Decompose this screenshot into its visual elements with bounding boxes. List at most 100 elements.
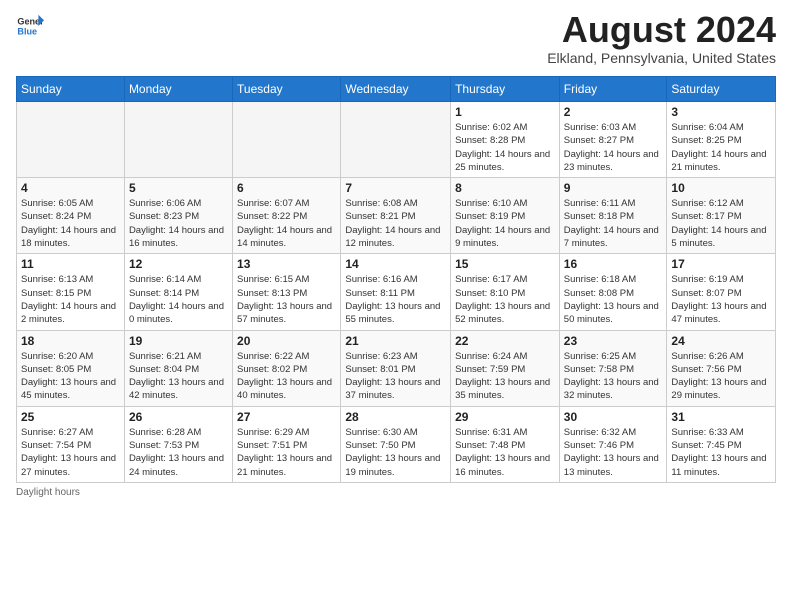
day-number: 16 xyxy=(564,257,663,271)
col-sunday: Sunday xyxy=(17,77,125,102)
title-block: August 2024 Elkland, Pennsylvania, Unite… xyxy=(547,12,776,66)
day-number: 1 xyxy=(455,105,555,119)
day-number: 2 xyxy=(564,105,663,119)
subtitle: Elkland, Pennsylvania, United States xyxy=(547,50,776,66)
day-number: 29 xyxy=(455,410,555,424)
page: General Blue August 2024 Elkland, Pennsy… xyxy=(0,0,792,506)
day-number: 11 xyxy=(21,257,120,271)
day-number: 30 xyxy=(564,410,663,424)
day-number: 12 xyxy=(129,257,228,271)
day-number: 22 xyxy=(455,334,555,348)
day-info: Sunrise: 6:08 AM Sunset: 8:21 PM Dayligh… xyxy=(345,197,446,250)
calendar-cell xyxy=(233,102,341,178)
day-info: Sunrise: 6:20 AM Sunset: 8:05 PM Dayligh… xyxy=(21,350,120,403)
calendar-cell: 30 Sunrise: 6:32 AM Sunset: 7:46 PM Dayli… xyxy=(559,406,667,482)
day-number: 9 xyxy=(564,181,663,195)
calendar-cell: 17 Sunrise: 6:19 AM Sunset: 8:07 PM Dayli… xyxy=(667,254,776,330)
col-saturday: Saturday xyxy=(667,77,776,102)
calendar-cell: 10 Sunrise: 6:12 AM Sunset: 8:17 PM Dayli… xyxy=(667,178,776,254)
col-thursday: Thursday xyxy=(451,77,560,102)
day-info: Sunrise: 6:26 AM Sunset: 7:56 PM Dayligh… xyxy=(671,350,771,403)
calendar-cell: 28 Sunrise: 6:30 AM Sunset: 7:50 PM Dayli… xyxy=(341,406,451,482)
calendar-cell: 2 Sunrise: 6:03 AM Sunset: 8:27 PM Daylig… xyxy=(559,102,667,178)
calendar-cell xyxy=(17,102,125,178)
day-number: 17 xyxy=(671,257,771,271)
day-number: 24 xyxy=(671,334,771,348)
calendar-cell: 24 Sunrise: 6:26 AM Sunset: 7:56 PM Dayli… xyxy=(667,330,776,406)
calendar-cell xyxy=(341,102,451,178)
day-info: Sunrise: 6:05 AM Sunset: 8:24 PM Dayligh… xyxy=(21,197,120,250)
day-info: Sunrise: 6:16 AM Sunset: 8:11 PM Dayligh… xyxy=(345,273,446,326)
header-row: Sunday Monday Tuesday Wednesday Thursday… xyxy=(17,77,776,102)
day-number: 10 xyxy=(671,181,771,195)
day-info: Sunrise: 6:30 AM Sunset: 7:50 PM Dayligh… xyxy=(345,426,446,479)
day-number: 7 xyxy=(345,181,446,195)
day-info: Sunrise: 6:14 AM Sunset: 8:14 PM Dayligh… xyxy=(129,273,228,326)
calendar-cell: 6Sunrise: 6:07 AM Sunset: 8:22 PM Daylig… xyxy=(233,178,341,254)
day-info: Sunrise: 6:15 AM Sunset: 8:13 PM Dayligh… xyxy=(237,273,336,326)
day-number: 3 xyxy=(671,105,771,119)
calendar-cell: 26Sunrise: 6:28 AM Sunset: 7:53 PM Dayli… xyxy=(124,406,232,482)
day-number: 18 xyxy=(21,334,120,348)
day-info: Sunrise: 6:11 AM Sunset: 8:18 PM Dayligh… xyxy=(564,197,663,250)
day-info: Sunrise: 6:19 AM Sunset: 8:07 PM Dayligh… xyxy=(671,273,771,326)
day-number: 21 xyxy=(345,334,446,348)
day-info: Sunrise: 6:33 AM Sunset: 7:45 PM Dayligh… xyxy=(671,426,771,479)
day-number: 28 xyxy=(345,410,446,424)
day-info: Sunrise: 6:28 AM Sunset: 7:53 PM Dayligh… xyxy=(129,426,228,479)
calendar-cell: 9 Sunrise: 6:11 AM Sunset: 8:18 PM Daylig… xyxy=(559,178,667,254)
col-tuesday: Tuesday xyxy=(233,77,341,102)
day-info: Sunrise: 6:32 AM Sunset: 7:46 PM Dayligh… xyxy=(564,426,663,479)
day-number: 13 xyxy=(237,257,336,271)
logo-icon: General Blue xyxy=(16,12,44,40)
day-number: 14 xyxy=(345,257,446,271)
day-info: Sunrise: 6:12 AM Sunset: 8:17 PM Dayligh… xyxy=(671,197,771,250)
day-info: Sunrise: 6:04 AM Sunset: 8:25 PM Dayligh… xyxy=(671,121,771,174)
day-number: 5 xyxy=(129,181,228,195)
week-row-2: 4 Sunrise: 6:05 AM Sunset: 8:24 PM Daylig… xyxy=(17,178,776,254)
day-info: Sunrise: 6:18 AM Sunset: 8:08 PM Dayligh… xyxy=(564,273,663,326)
week-row-1: 1 Sunrise: 6:02 AM Sunset: 8:28 PM Daylig… xyxy=(17,102,776,178)
calendar-cell xyxy=(124,102,232,178)
day-info: Sunrise: 6:31 AM Sunset: 7:48 PM Dayligh… xyxy=(455,426,555,479)
col-monday: Monday xyxy=(124,77,232,102)
calendar-cell: 31Sunrise: 6:33 AM Sunset: 7:45 PM Dayli… xyxy=(667,406,776,482)
logo: General Blue xyxy=(16,12,44,40)
calendar-cell: 12 Sunrise: 6:14 AM Sunset: 8:14 PM Dayli… xyxy=(124,254,232,330)
day-info: Sunrise: 6:06 AM Sunset: 8:23 PM Dayligh… xyxy=(129,197,228,250)
day-number: 27 xyxy=(237,410,336,424)
col-friday: Friday xyxy=(559,77,667,102)
calendar-cell: 19Sunrise: 6:21 AM Sunset: 8:04 PM Dayli… xyxy=(124,330,232,406)
footer-note: Daylight hours xyxy=(16,487,776,498)
calendar-cell: 13 Sunrise: 6:15 AM Sunset: 8:13 PM Dayli… xyxy=(233,254,341,330)
calendar-cell: 15Sunrise: 6:17 AM Sunset: 8:10 PM Dayli… xyxy=(451,254,560,330)
day-info: Sunrise: 6:21 AM Sunset: 8:04 PM Dayligh… xyxy=(129,350,228,403)
calendar-cell: 5 Sunrise: 6:06 AM Sunset: 8:23 PM Daylig… xyxy=(124,178,232,254)
calendar-cell: 25Sunrise: 6:27 AM Sunset: 7:54 PM Dayli… xyxy=(17,406,125,482)
calendar-cell: 27Sunrise: 6:29 AM Sunset: 7:51 PM Dayli… xyxy=(233,406,341,482)
day-number: 20 xyxy=(237,334,336,348)
day-info: Sunrise: 6:07 AM Sunset: 8:22 PM Dayligh… xyxy=(237,197,336,250)
day-info: Sunrise: 6:23 AM Sunset: 8:01 PM Dayligh… xyxy=(345,350,446,403)
day-info: Sunrise: 6:13 AM Sunset: 8:15 PM Dayligh… xyxy=(21,273,120,326)
day-number: 8 xyxy=(455,181,555,195)
day-number: 4 xyxy=(21,181,120,195)
day-info: Sunrise: 6:22 AM Sunset: 8:02 PM Dayligh… xyxy=(237,350,336,403)
day-info: Sunrise: 6:24 AM Sunset: 7:59 PM Dayligh… xyxy=(455,350,555,403)
day-info: Sunrise: 6:10 AM Sunset: 8:19 PM Dayligh… xyxy=(455,197,555,250)
day-info: Sunrise: 6:27 AM Sunset: 7:54 PM Dayligh… xyxy=(21,426,120,479)
calendar-cell: 18 Sunrise: 6:20 AM Sunset: 8:05 PM Dayli… xyxy=(17,330,125,406)
calendar-table: Sunday Monday Tuesday Wednesday Thursday… xyxy=(16,76,776,483)
calendar-cell: 20 Sunrise: 6:22 AM Sunset: 8:02 PM Dayli… xyxy=(233,330,341,406)
main-title: August 2024 xyxy=(547,12,776,48)
day-info: Sunrise: 6:03 AM Sunset: 8:27 PM Dayligh… xyxy=(564,121,663,174)
calendar-cell: 11 Sunrise: 6:13 AM Sunset: 8:15 PM Dayli… xyxy=(17,254,125,330)
calendar-cell: 7 Sunrise: 6:08 AM Sunset: 8:21 PM Daylig… xyxy=(341,178,451,254)
calendar-cell: 16 Sunrise: 6:18 AM Sunset: 8:08 PM Dayli… xyxy=(559,254,667,330)
calendar-cell: 8 Sunrise: 6:10 AM Sunset: 8:19 PM Daylig… xyxy=(451,178,560,254)
col-wednesday: Wednesday xyxy=(341,77,451,102)
week-row-4: 18 Sunrise: 6:20 AM Sunset: 8:05 PM Dayli… xyxy=(17,330,776,406)
day-info: Sunrise: 6:25 AM Sunset: 7:58 PM Dayligh… xyxy=(564,350,663,403)
calendar-cell: 1 Sunrise: 6:02 AM Sunset: 8:28 PM Daylig… xyxy=(451,102,560,178)
day-info: Sunrise: 6:02 AM Sunset: 8:28 PM Dayligh… xyxy=(455,121,555,174)
